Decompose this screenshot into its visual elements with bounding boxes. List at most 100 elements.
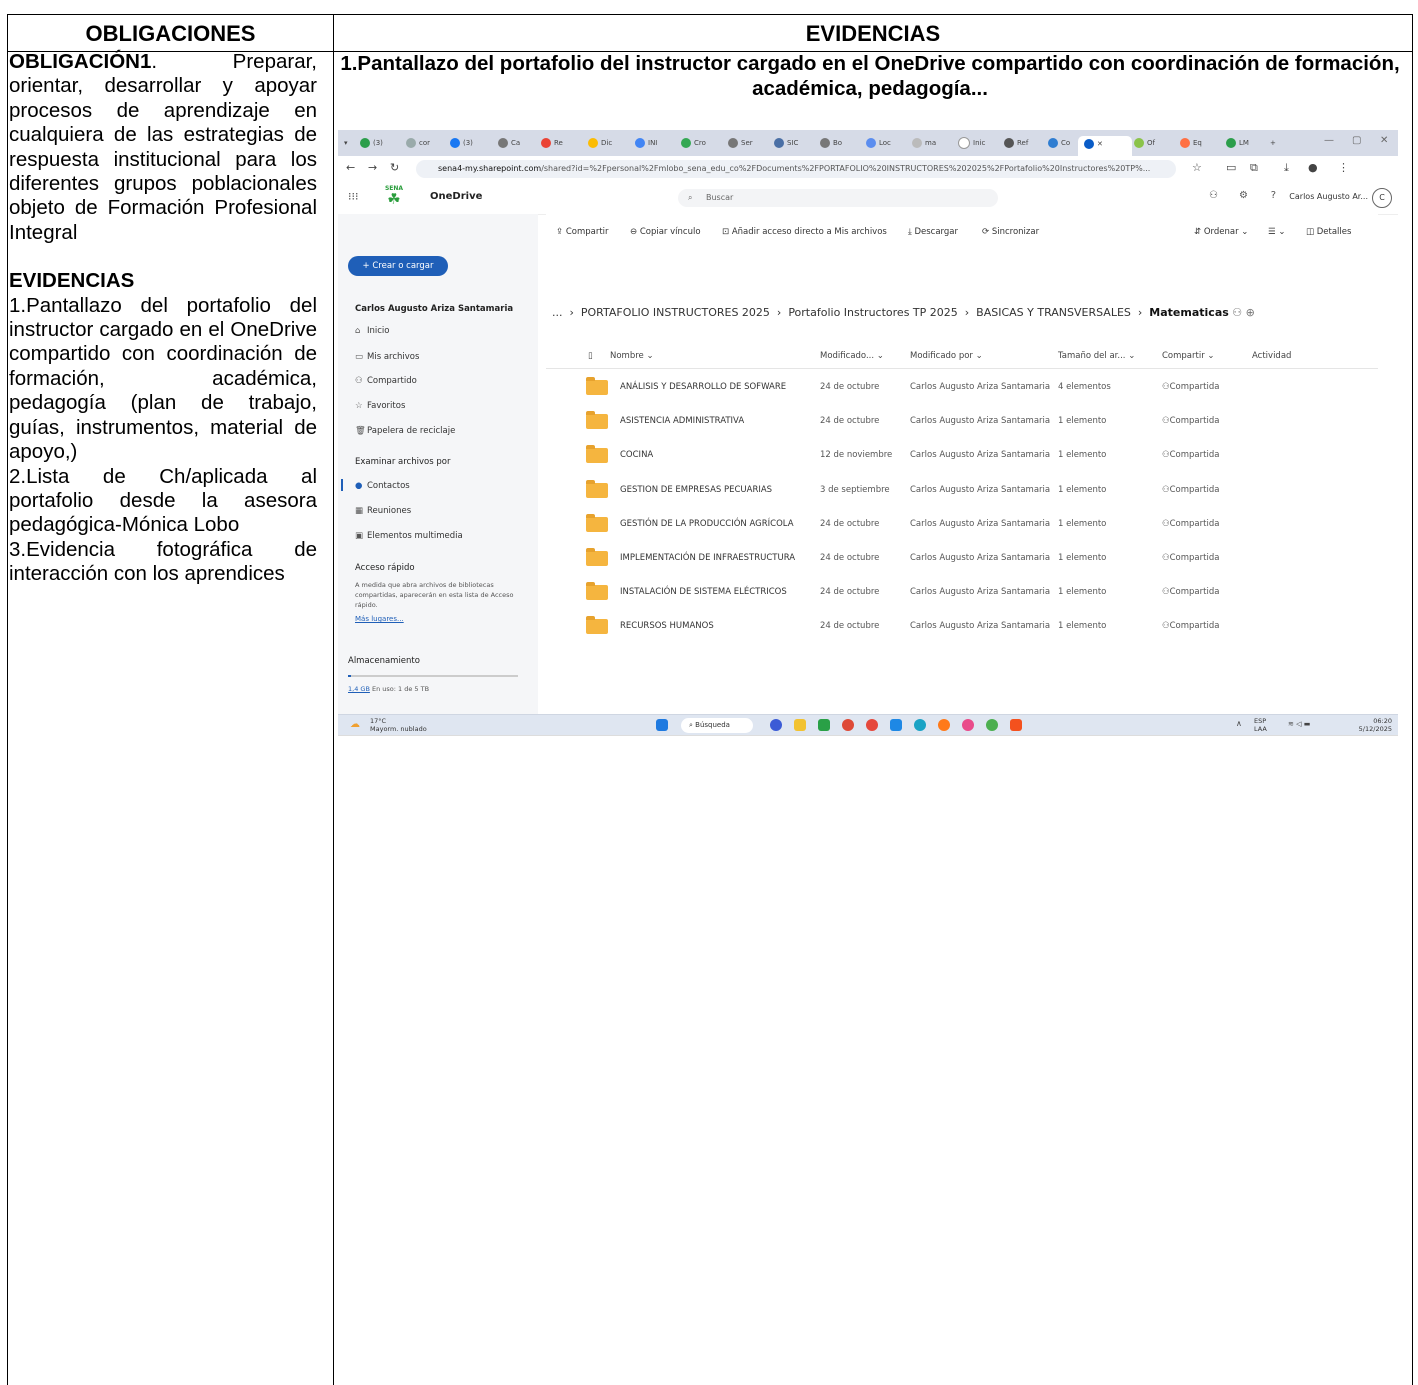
restore-icon[interactable]: ▢ xyxy=(1352,135,1361,146)
col-nombre[interactable]: Nombre ⌄ xyxy=(610,351,654,361)
browser-tab[interactable]: Loc xyxy=(866,135,891,152)
browser-tab[interactable]: Co xyxy=(1048,135,1070,152)
help-icon[interactable]: ? xyxy=(1271,190,1276,201)
minimize-icon[interactable]: — xyxy=(1324,135,1334,146)
sidepanel-icon[interactable]: ▭ xyxy=(1226,161,1236,174)
sidebar-item-mis-archivos[interactable]: ▭ Mis archivos xyxy=(355,352,419,362)
language-indicator[interactable]: ESP LAA xyxy=(1254,717,1267,733)
taskbar-search[interactable]: ⌕ Búsqueda xyxy=(681,718,753,733)
reload-icon[interactable]: ↻ xyxy=(390,161,399,174)
table-row[interactable]: RECURSOS HUMANOS 24 de octubre Carlos Augu… xyxy=(546,611,1378,641)
new-tab-button[interactable]: + xyxy=(1270,135,1276,152)
tab-menu[interactable]: ▾ xyxy=(344,135,348,152)
doc-icon[interactable] xyxy=(890,719,902,731)
sidebar-item-multimedia[interactable]: ▣ Elementos multimedia xyxy=(355,531,463,541)
menu-icon[interactable]: ⋮ xyxy=(1338,161,1349,174)
browser-tab[interactable]: Ca xyxy=(498,135,520,152)
download-icon[interactable]: ⤓ xyxy=(1284,161,1289,175)
notes-icon[interactable] xyxy=(818,719,830,731)
file-name[interactable]: IMPLEMENTACIÓN DE INFRAESTRUCTURA xyxy=(620,553,795,563)
clock[interactable]: 06:20 5/12/2025 xyxy=(1359,717,1392,733)
file-name[interactable]: COCINA xyxy=(620,450,653,460)
sidebar-item-contactos[interactable]: ● Contactos xyxy=(355,481,410,491)
chevron-up-icon[interactable]: ∧ xyxy=(1236,719,1242,728)
back-icon[interactable]: ← xyxy=(346,161,355,174)
sidebar-item-inicio[interactable]: ⌂ Inicio xyxy=(355,326,390,336)
sort-button[interactable]: ⇵ Ordenar ⌄ xyxy=(1194,227,1248,237)
gear-icon[interactable]: ⚙ xyxy=(1239,190,1248,201)
sidebar-item-favoritos[interactable]: ☆ Favoritos xyxy=(355,401,405,411)
network-icon[interactable]: ≋ ◁ ▬ xyxy=(1288,720,1310,728)
browser-tab-active[interactable]: ✕ xyxy=(1078,136,1132,156)
browser-tab[interactable]: cor xyxy=(406,135,430,152)
chrome-icon[interactable] xyxy=(986,719,998,731)
file-explorer-icon[interactable] xyxy=(794,719,806,731)
browser-tab[interactable]: Eq xyxy=(1180,135,1202,152)
breadcrumb-more[interactable]: ... xyxy=(552,306,563,319)
people-icon[interactable]: ⚇ xyxy=(1209,190,1218,201)
browser-tab[interactable]: (3) xyxy=(450,135,473,152)
table-row[interactable]: INSTALACIÓN DE SISTEMA ELÉCTRICOS 24 de o… xyxy=(546,577,1378,607)
col-modificado[interactable]: Modificado... ⌄ xyxy=(820,351,884,361)
browser-tab[interactable]: Dic xyxy=(588,135,612,152)
more-places-link[interactable]: Más lugares... xyxy=(355,615,404,623)
col-actividad[interactable]: Actividad xyxy=(1252,351,1291,361)
copy-link-button[interactable]: ⊖ Copiar vínculo xyxy=(630,227,701,237)
sidebar-item-reuniones[interactable]: ▦ Reuniones xyxy=(355,506,411,516)
browser-tab[interactable]: (3) xyxy=(360,135,383,152)
download-button[interactable]: ⤓ Descargar xyxy=(908,227,958,237)
col-modificado-por[interactable]: Modificado por ⌄ xyxy=(910,351,983,361)
windows-start-icon[interactable] xyxy=(656,719,668,731)
file-name[interactable]: ASISTENCIA ADMINISTRATIVA xyxy=(620,416,744,426)
col-compartir[interactable]: Compartir ⌄ xyxy=(1162,351,1215,361)
file-name[interactable]: ANÁLISIS Y DESARROLLO DE SOFWARE xyxy=(620,382,786,392)
file-name[interactable]: GESTION DE EMPRESAS PECUARIAS xyxy=(620,485,772,495)
sync-button[interactable]: ⟳ Sincronizar xyxy=(982,227,1039,237)
add-shortcut-button[interactable]: ⊡ Añadir acceso directo a Mis archivos xyxy=(722,227,887,237)
browser-tab[interactable]: Re xyxy=(541,135,563,152)
paint-icon[interactable] xyxy=(1010,719,1022,731)
details-button[interactable]: ◫ Detalles xyxy=(1306,227,1351,237)
browser-tab[interactable]: Of xyxy=(1134,135,1155,152)
browser-tab[interactable]: Bo xyxy=(820,135,842,152)
app-icon[interactable] xyxy=(866,719,878,731)
app-launcher-icon[interactable]: ⁝⁝⁝ xyxy=(348,190,359,203)
browser-tab[interactable]: LM xyxy=(1226,135,1249,152)
profile-icon[interactable]: ● xyxy=(1308,161,1318,174)
table-row[interactable]: GESTIÓN DE LA PRODUCCIÓN AGRÍCOLA 24 de o… xyxy=(546,509,1378,539)
share-button[interactable]: ⇪ Compartir xyxy=(556,227,609,237)
breadcrumb-item[interactable]: Portafolio Instructores TP 2025 xyxy=(788,306,957,319)
avatar[interactable]: C xyxy=(1372,188,1392,208)
file-name[interactable]: INSTALACIÓN DE SISTEMA ELÉCTRICOS xyxy=(620,587,787,597)
weather-widget[interactable]: 17°C Mayorm. nublado xyxy=(370,717,427,733)
sidebar-item-compartido[interactable]: ⚇ Compartido xyxy=(355,376,417,386)
browser-tab[interactable]: SIC xyxy=(774,135,798,152)
forward-icon[interactable]: → xyxy=(368,161,377,174)
create-upload-button[interactable]: + Crear o cargar xyxy=(348,256,448,276)
breadcrumb-item[interactable]: PORTAFOLIO INSTRUCTORES 2025 xyxy=(581,306,770,319)
sidebar-item-papelera[interactable]: 🗑Papelera de reciclaje xyxy=(355,426,455,436)
browser-tab[interactable]: ma xyxy=(912,135,936,152)
browser-tab[interactable]: Cro xyxy=(681,135,706,152)
copilot-icon[interactable] xyxy=(770,719,782,731)
table-row[interactable]: ANÁLISIS Y DESARROLLO DE SOFWARE 24 de oc… xyxy=(546,372,1378,402)
url-field[interactable]: sena4-my.sharepoint.com/shared?id=%2Fper… xyxy=(416,160,1176,178)
table-row[interactable]: GESTION DE EMPRESAS PECUARIAS 3 de septie… xyxy=(546,475,1378,505)
breadcrumb-item[interactable]: BASICAS Y TRANSVERSALES xyxy=(976,306,1131,319)
extensions-icon[interactable]: ⧉ xyxy=(1250,161,1258,175)
app-icon[interactable] xyxy=(962,719,974,731)
user-name[interactable]: Carlos Augusto Ar... xyxy=(1289,192,1368,201)
search-input[interactable]: ⌕ Buscar xyxy=(678,189,998,207)
star-icon[interactable]: ☆ xyxy=(1192,161,1202,174)
table-row[interactable]: ASISTENCIA ADMINISTRATIVA 24 de octubre Ca… xyxy=(546,406,1378,436)
firefox-icon[interactable] xyxy=(938,719,950,731)
edge-icon[interactable] xyxy=(914,719,926,731)
view-options-button[interactable]: ☰ ⌄ xyxy=(1268,227,1285,237)
table-row[interactable]: IMPLEMENTACIÓN DE INFRAESTRUCTURA 24 de o… xyxy=(546,543,1378,573)
col-tamano[interactable]: Tamaño del ar... ⌄ xyxy=(1058,351,1135,361)
close-icon[interactable]: ✕ xyxy=(1380,135,1388,146)
browser-tab[interactable]: Ref xyxy=(1004,135,1028,152)
browser-tab[interactable]: Ser xyxy=(728,135,753,152)
chrome-icon[interactable] xyxy=(842,719,854,731)
table-row[interactable]: COCINA 12 de noviembre Carlos Augusto Ariz… xyxy=(546,440,1378,470)
